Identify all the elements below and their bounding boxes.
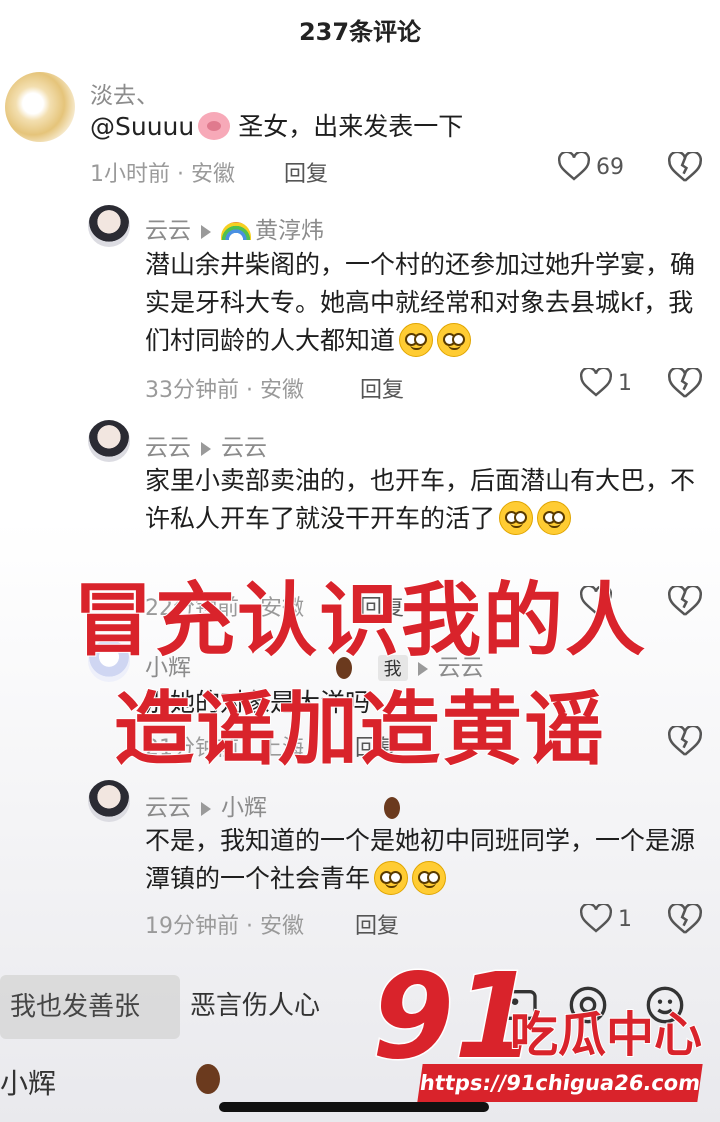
comment-username-line: 云云 云云	[145, 428, 267, 462]
reply-arrow-icon	[201, 801, 211, 816]
overlay-caption-line-2: 造谣加造黄谣	[113, 682, 606, 777]
avatar[interactable]	[88, 780, 130, 822]
like-count: 69	[596, 154, 624, 180]
comment-username[interactable]: 云云	[145, 218, 191, 244]
comment-text: 潜山余井柴阁的，一个村的还参加过她升学宴，确实是牙科大专。她高中就经常和对象去县…	[145, 246, 705, 360]
avatar[interactable]	[88, 420, 130, 462]
reply-arrow-icon	[201, 224, 211, 239]
comment-text: @Suuuu 圣女，出来发表一下	[90, 108, 690, 146]
comment-text: 不是，我知道的一个是她初中同班同学，一个是源潭镇的一个社会青年	[145, 822, 705, 898]
home-indicator[interactable]	[219, 1102, 489, 1112]
comments-count-title: 237条评论	[298, 18, 422, 46]
grin-emoji-icon	[437, 323, 472, 357]
like-button[interactable]: 69	[558, 152, 624, 182]
comment-username-line: 云云 黄淳炜	[145, 211, 324, 245]
laugh-cry-emoji-icon	[537, 501, 572, 535]
comment-text: 家里小卖部卖油的，也开车，后面潜山有大巴，不许私人开车了就没干开车的活了	[145, 462, 705, 538]
overlay-caption-line-1: 冒充认识我的人	[72, 573, 647, 668]
broken-heart-icon[interactable]	[668, 904, 702, 936]
logo-text: 吃瓜中心	[509, 1006, 703, 1064]
reply-target[interactable]: 黄淳炜	[255, 218, 324, 244]
comment-username[interactable]: 云云	[145, 795, 191, 821]
comment-username-line: 云云 小辉	[145, 788, 401, 822]
grin-emoji-icon	[412, 861, 447, 895]
like-button[interactable]: 1	[580, 368, 632, 398]
cockroach-icon	[384, 797, 401, 819]
comment-username[interactable]: 云云	[145, 435, 191, 461]
comment-meta: 1小时前 · 安徽	[90, 162, 235, 187]
avatar[interactable]	[88, 205, 130, 247]
reply-button[interactable]: 回复	[360, 372, 404, 404]
grin-emoji-icon	[399, 323, 434, 357]
bottom-username: 小辉	[0, 1067, 57, 1100]
pig-emoji-icon	[198, 112, 231, 140]
comment-input-chip[interactable]: 我也发善张	[0, 975, 180, 1039]
comment-body: 家里小卖部卖油的，也开车，后面潜山有大巴，不许私人开车了就没干开车的活了	[145, 466, 696, 533]
grin-emoji-icon	[374, 861, 409, 895]
broken-heart-icon[interactable]	[668, 368, 702, 400]
reply-arrow-icon	[201, 441, 211, 456]
comment-meta: 19分钟前 · 安徽	[145, 914, 304, 939]
laugh-cry-emoji-icon	[499, 501, 534, 535]
like-count: 1	[618, 370, 632, 396]
heart-icon	[580, 368, 612, 397]
reply-target[interactable]: 小辉	[221, 795, 267, 821]
comment-body: 圣女，出来发表一下	[238, 112, 464, 141]
like-button[interactable]: 1	[580, 904, 632, 934]
mention-link[interactable]: @Suuuu	[90, 112, 194, 141]
comment-meta: 33分钟前 · 安徽	[145, 378, 304, 403]
rainbow-emoji-icon	[221, 222, 251, 240]
watermark-url: https://91chigua26.com	[417, 1064, 703, 1102]
heart-icon	[580, 904, 612, 933]
reply-button[interactable]: 回复	[284, 156, 328, 188]
reply-button[interactable]: 回复	[355, 908, 399, 940]
reply-target[interactable]: 云云	[221, 435, 267, 461]
cockroach-icon	[196, 1064, 220, 1094]
heart-icon	[558, 152, 590, 181]
comment-input-placeholder[interactable]: 恶言伤人心	[190, 985, 320, 1022]
avatar[interactable]	[5, 72, 75, 142]
like-count: 1	[618, 906, 632, 932]
comment-username[interactable]: 淡去、	[90, 76, 159, 110]
broken-heart-icon[interactable]	[668, 152, 702, 184]
